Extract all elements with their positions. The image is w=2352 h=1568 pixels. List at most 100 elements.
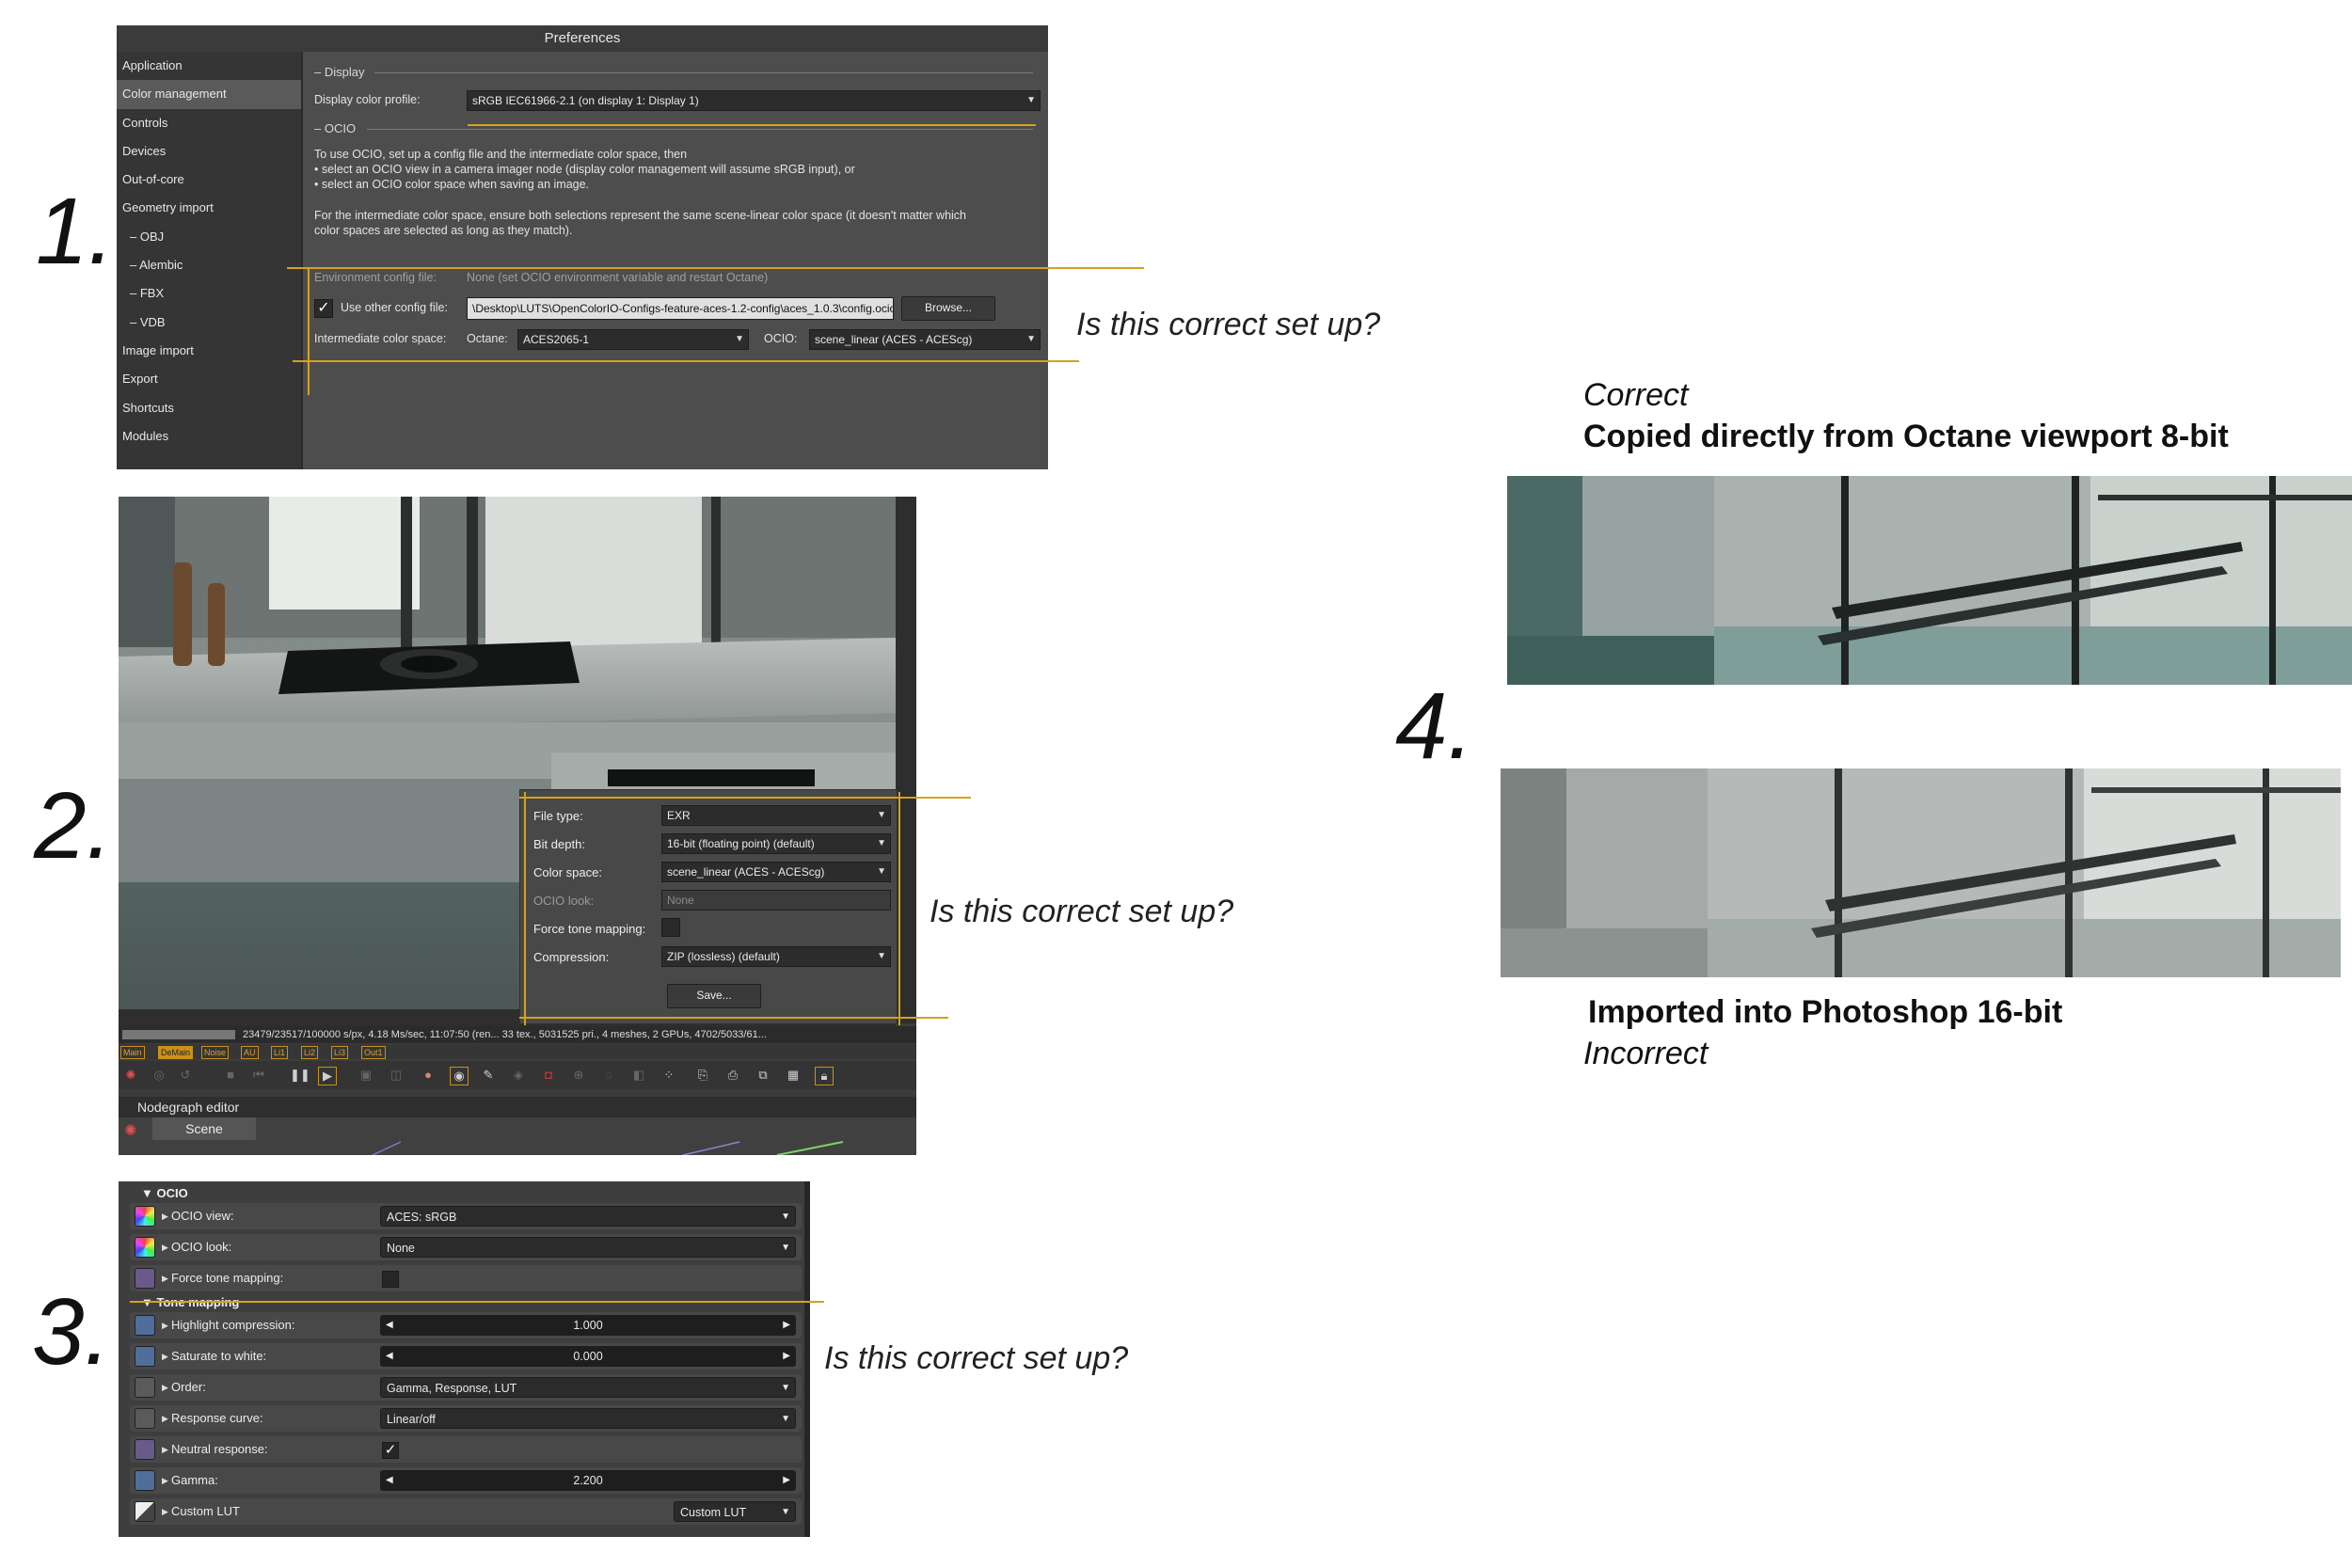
background-image-icon[interactable]: ▦ — [785, 1067, 802, 1084]
pass-tab-main[interactable]: Main — [120, 1046, 145, 1059]
copy-clipboard-icon[interactable]: ⎘ — [694, 1067, 711, 1084]
sidebar-item-image-import[interactable]: Image import — [117, 337, 301, 365]
pass-tab-out1[interactable]: Out1 — [361, 1046, 386, 1059]
pause-icon[interactable]: ❚❚ — [290, 1067, 310, 1084]
pass-tab-li3[interactable]: Li3 — [331, 1046, 349, 1059]
region-render-icon[interactable]: ▣ — [358, 1067, 374, 1084]
save-render-icon[interactable]: ⎙ — [724, 1067, 741, 1084]
expand-arrow-icon[interactable]: ▶ — [162, 1467, 168, 1494]
curve-icon — [135, 1315, 155, 1336]
gamma-slider[interactable]: ◀ 2.200 ▶ — [380, 1470, 796, 1491]
pass-tab-au[interactable]: AU — [241, 1046, 259, 1059]
decrease-arrow-icon[interactable]: ◀ — [386, 1346, 393, 1367]
white-balance-icon[interactable]: ✎ — [480, 1067, 497, 1084]
custom-lut-dropdown[interactable]: Custom LUT ▼ — [674, 1501, 796, 1522]
config-file-path-field[interactable]: \Desktop\LUTS\OpenColorIO-Configs-featur… — [467, 297, 894, 320]
nodegraph-editor-body: ✺ Scene — [119, 1117, 916, 1155]
sidebar-item-out-of-core[interactable]: Out-of-core — [117, 166, 301, 194]
panel-grip-icon — [126, 1099, 132, 1116]
subsampling-icon[interactable]: ⁘ — [660, 1067, 677, 1084]
expand-arrow-icon[interactable]: ▶ — [162, 1436, 168, 1463]
render-priority-icon[interactable]: ◌ — [600, 1067, 617, 1084]
sidebar-item-fbx[interactable]: – FBX — [117, 279, 301, 308]
camera-target-icon[interactable]: ⊕ — [570, 1067, 587, 1084]
expand-arrow-icon[interactable]: ▶ — [162, 1498, 168, 1525]
sidebar-item-export[interactable]: Export — [117, 365, 301, 393]
sidebar-item-shortcuts[interactable]: Shortcuts — [117, 394, 301, 422]
object-picker-icon[interactable]: ◘ — [540, 1067, 557, 1084]
reset-camera-icon[interactable]: ↺ — [177, 1067, 194, 1084]
sidebar-item-obj[interactable]: – OBJ — [117, 223, 301, 251]
custom-lut-value: Custom LUT — [680, 1506, 747, 1519]
sidebar-item-geometry-import[interactable]: Geometry import — [117, 194, 301, 222]
stop-icon[interactable]: ■ — [222, 1067, 239, 1084]
decrease-arrow-icon[interactable]: ◀ — [386, 1470, 393, 1491]
sidebar-item-controls[interactable]: Controls — [117, 109, 301, 137]
chevron-down-icon: ▼ — [877, 951, 886, 961]
sidebar-item-devices[interactable]: Devices — [117, 137, 301, 166]
color-picker-icon[interactable]: ● — [420, 1067, 437, 1084]
sidebar-item-color-management[interactable]: Color management — [117, 80, 301, 109]
color-space-dropdown[interactable]: scene_linear (ACES - ACEScg) ▼ — [661, 862, 891, 882]
question-step-3: Is this correct set up? — [824, 1340, 1129, 1376]
sidebar-item-vdb[interactable]: – VDB — [117, 309, 301, 337]
bit-depth-dropdown[interactable]: 16-bit (floating point) (default) ▼ — [661, 833, 891, 854]
film-region-icon[interactable]: ◫ — [388, 1067, 405, 1084]
octane-label: Octane: — [467, 332, 508, 345]
param-row-ocio-view: ▶ OCIO view: ACES: sRGB ▼ — [130, 1203, 802, 1229]
save-button[interactable]: Save... — [667, 984, 761, 1008]
expand-arrow-icon[interactable]: ▶ — [162, 1203, 168, 1229]
chevron-down-icon: ▼ — [781, 1507, 790, 1517]
sidebar-item-modules[interactable]: Modules — [117, 422, 301, 451]
increase-arrow-icon[interactable]: ▶ — [783, 1346, 790, 1367]
increase-arrow-icon[interactable]: ▶ — [783, 1315, 790, 1336]
tone-mapping-group-header[interactable]: ▼ Tone mapping — [119, 1294, 239, 1311]
nodegraph-editor-title: Nodegraph editor — [137, 1100, 240, 1115]
play-icon[interactable]: ▶ — [318, 1067, 337, 1085]
pass-tab-li1[interactable]: Li1 — [271, 1046, 289, 1059]
expand-arrow-icon[interactable]: ▶ — [162, 1312, 168, 1338]
ocio-colorspace-dropdown[interactable]: scene_linear (ACES - ACEScg) ▼ — [809, 329, 1041, 350]
ocio-group-header[interactable]: ▼ OCIO — [119, 1185, 188, 1202]
highlight-line — [524, 792, 526, 1025]
ocio-look-dropdown[interactable]: None ▼ — [380, 1237, 796, 1258]
octane-colorspace-dropdown[interactable]: ACES2065-1 ▼ — [517, 329, 749, 350]
display-profile-dropdown[interactable]: sRGB IEC61966-2.1 (on display 1: Display… — [467, 90, 1041, 111]
highlight-line — [287, 267, 1144, 269]
saturate-to-white-slider[interactable]: ◀ 0.000 ▶ — [380, 1346, 796, 1367]
expand-arrow-icon[interactable]: ▶ — [162, 1234, 168, 1260]
pass-tab-li2[interactable]: Li2 — [301, 1046, 319, 1059]
sidebar-item-application[interactable]: Application — [117, 52, 301, 80]
expand-arrow-icon[interactable]: ▶ — [162, 1405, 168, 1432]
sidebar-item-alembic[interactable]: – Alembic — [117, 251, 301, 279]
restart-icon[interactable]: ⏮ — [250, 1067, 267, 1084]
increase-arrow-icon[interactable]: ▶ — [783, 1470, 790, 1491]
expand-arrow-icon[interactable]: ▶ — [162, 1265, 168, 1291]
order-dropdown[interactable]: Gamma, Response, LUT ▼ — [380, 1377, 796, 1398]
material-picker-icon[interactable]: ◈ — [510, 1067, 527, 1084]
highlight-line — [293, 360, 1079, 362]
neutral-response-checkbox[interactable]: ✓ — [382, 1442, 399, 1459]
render-toolbar: ✺ ◎ ↺ ■ ⏮ ❚❚ ▶ ▣ ◫ ● ◉ ✎ ◈ ◘ ⊕ ◌ ◧ ⁘ ⎘ ⎙… — [119, 1061, 916, 1089]
focus-picker-icon[interactable]: ◉ — [450, 1067, 469, 1085]
lock-icon[interactable]: 🔒︎ — [815, 1067, 834, 1085]
compression-dropdown[interactable]: ZIP (lossless) (default) ▼ — [661, 946, 891, 967]
export-passes-icon[interactable]: ⧉ — [755, 1067, 771, 1084]
decrease-arrow-icon[interactable]: ◀ — [386, 1315, 393, 1336]
highlight-compression-slider[interactable]: ◀ 1.000 ▶ — [380, 1315, 796, 1336]
response-curve-dropdown[interactable]: Linear/off ▼ — [380, 1408, 796, 1429]
pass-tab-noise[interactable]: Noise — [201, 1046, 230, 1059]
force-tone-mapping-checkbox[interactable] — [382, 1271, 399, 1288]
clay-mode-icon[interactable]: ◧ — [630, 1067, 647, 1084]
browse-button[interactable]: Browse... — [901, 296, 995, 321]
expand-arrow-icon[interactable]: ▶ — [162, 1343, 168, 1370]
incorrect-description: Imported into Photoshop 16-bit — [1588, 994, 2063, 1030]
nodegraph-editor-header: Nodegraph editor — [119, 1097, 916, 1117]
file-type-dropdown[interactable]: EXR ▼ — [661, 805, 891, 826]
recenter-icon[interactable]: ◎ — [151, 1067, 167, 1084]
force-tone-mapping-checkbox[interactable] — [661, 918, 680, 937]
expand-arrow-icon[interactable]: ▶ — [162, 1374, 168, 1401]
ocio-view-dropdown[interactable]: ACES: sRGB ▼ — [380, 1206, 796, 1227]
use-other-config-checkbox[interactable]: ✓ — [314, 299, 333, 318]
pass-tab-demain[interactable]: DeMain — [158, 1046, 194, 1059]
